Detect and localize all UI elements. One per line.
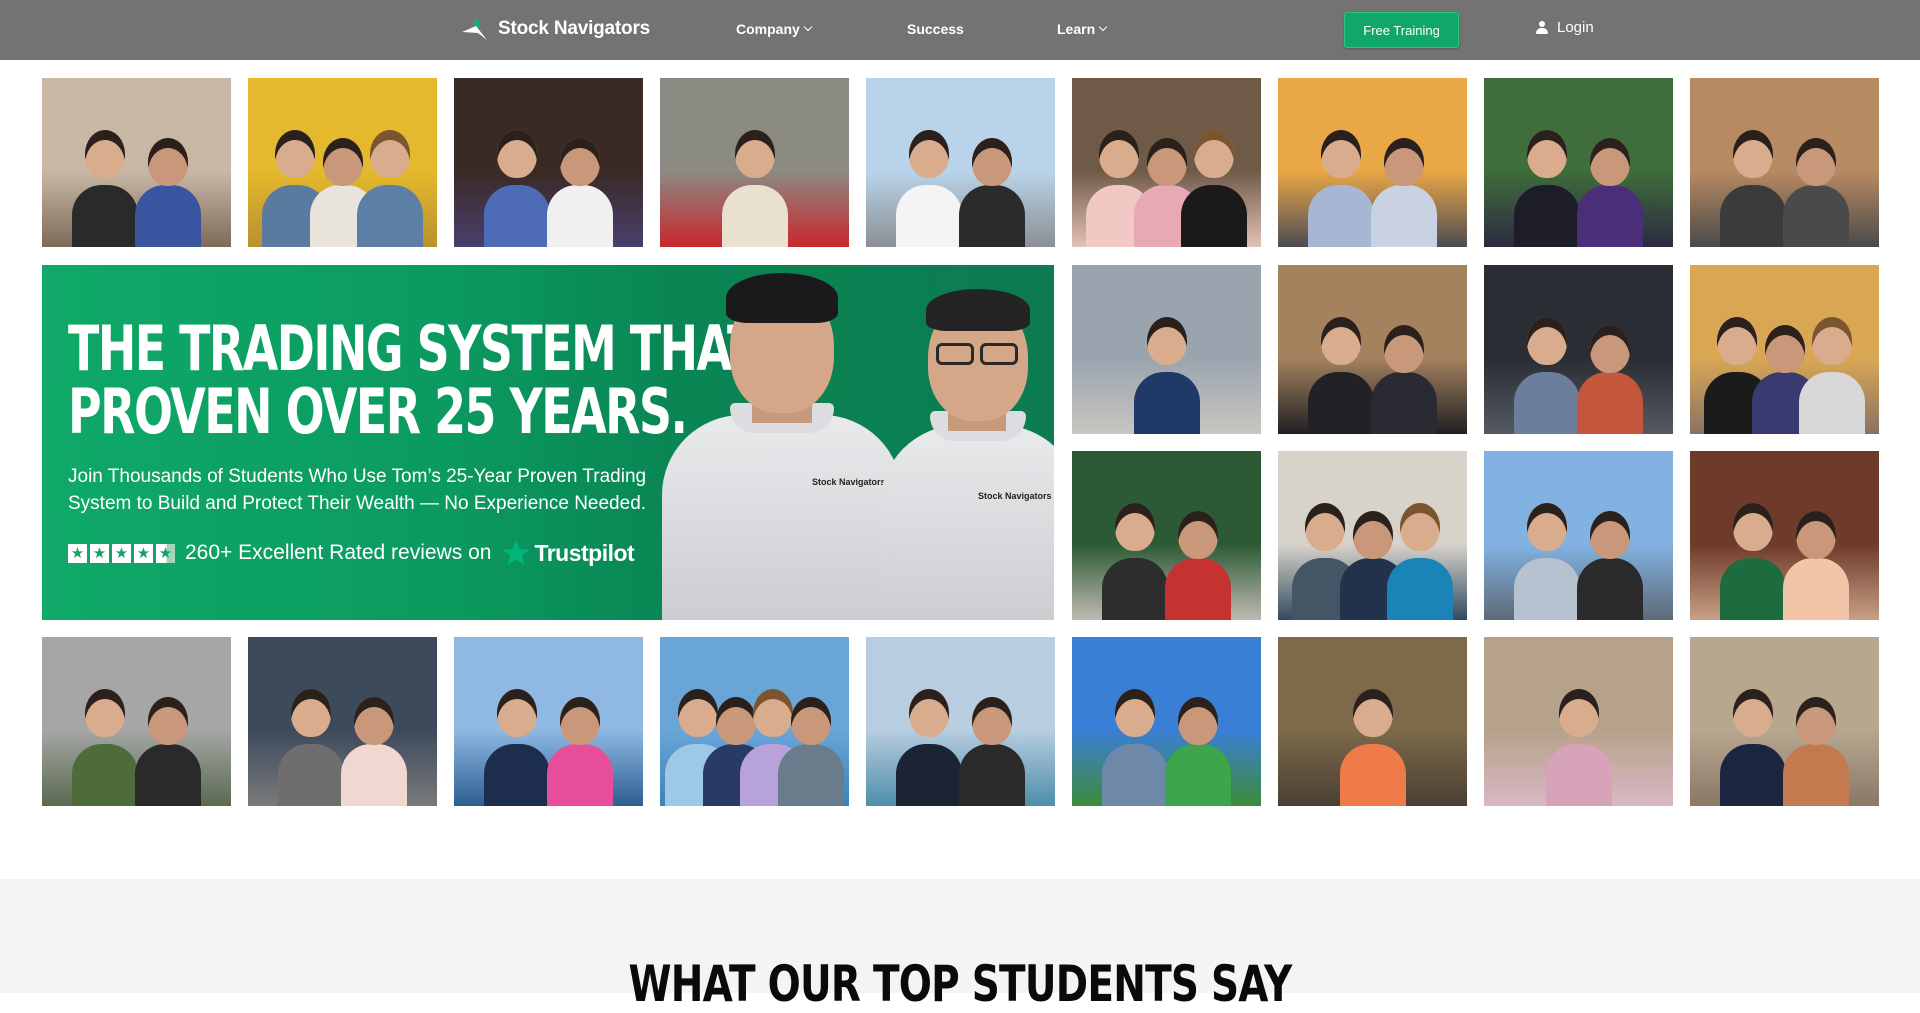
testimonials-title: WHAT OUR TOP STUDENTS SAY xyxy=(628,955,1293,1013)
banner-person-right: Stock Navigators xyxy=(880,265,1054,620)
nav-learn-label: Learn xyxy=(1057,21,1096,37)
photo-couple-cruise xyxy=(866,637,1055,806)
photo-father-son-sunset xyxy=(1278,78,1467,247)
photo-father-baby-desk xyxy=(248,637,437,806)
photo-man-red-car xyxy=(660,78,849,247)
chevron-down-icon xyxy=(1098,22,1108,32)
photo-graduation xyxy=(1484,78,1673,247)
nav-company[interactable]: Company xyxy=(736,21,813,37)
stock-navigators-logo-icon xyxy=(462,17,487,40)
trustpilot-star-icon xyxy=(502,539,531,566)
photo-family-hike xyxy=(1072,451,1261,620)
nav-company-label: Company xyxy=(736,21,800,37)
nav-success[interactable]: Success xyxy=(907,21,964,37)
nav-success-label: Success xyxy=(907,21,964,37)
star-icon: ★ xyxy=(112,543,131,563)
hero-title-line-1: THE TRADING SYSTEM THAT’S xyxy=(68,312,806,385)
hero-title: THE TRADING SYSTEM THAT’S PROVEN OVER 25… xyxy=(68,312,806,448)
brand-logo[interactable]: Stock Navigators xyxy=(460,14,650,44)
photo-father-son-golf xyxy=(1072,637,1261,806)
photo-family-sunflowers xyxy=(248,78,437,247)
star-icon: ★ xyxy=(90,543,109,563)
photo-family-restaurant-wall xyxy=(1278,451,1467,620)
photo-man-alligator xyxy=(1278,637,1467,806)
hero-subtitle: Join Thousands of Students Who Use Tom’s… xyxy=(68,466,647,514)
login-label: Login xyxy=(1557,19,1594,36)
photo-father-daughter xyxy=(1278,265,1467,434)
photo-boy-trading-desk xyxy=(1484,265,1673,434)
photo-man-mountain xyxy=(1072,265,1261,434)
shirt-badge-2: Stock Navigators xyxy=(978,491,1052,501)
chevron-down-icon xyxy=(803,22,813,32)
nav-learn[interactable]: Learn xyxy=(1057,21,1108,37)
testimonials-section: WHAT OUR TOP STUDENTS SAY xyxy=(0,879,1920,1013)
hero-banner: THE TRADING SYSTEM THAT’S PROVEN OVER 25… xyxy=(42,265,1054,620)
free-training-button[interactable]: Free Training xyxy=(1344,12,1459,48)
photo-couple-selfie-city xyxy=(1690,637,1879,806)
star-icon: ★ xyxy=(134,543,153,563)
photo-couple-selfie-sky xyxy=(1484,451,1673,620)
photo-sisters-dinner xyxy=(1690,451,1879,620)
trustpilot-logo: Trustpilot xyxy=(501,538,635,568)
trustpilot-label: Trustpilot xyxy=(534,539,635,566)
brand-name: Stock Navigators xyxy=(498,18,651,39)
photo-couple-restaurant xyxy=(1690,78,1879,247)
user-icon xyxy=(1536,21,1548,34)
photo-family-pool xyxy=(660,637,849,806)
hero-title-line-2: PROVEN OVER 25 YEARS. xyxy=(68,375,688,448)
photo-couple-1 xyxy=(42,78,231,247)
photo-couple-ocean xyxy=(454,637,643,806)
photo-family-gold xyxy=(1690,265,1879,434)
photo-couple-lake xyxy=(42,637,231,806)
rating-stars: ★ ★ ★ ★ ★ xyxy=(68,543,175,563)
star-icon: ★ xyxy=(68,543,87,563)
photo-couple-marina xyxy=(866,78,1055,247)
shirt-badge: Stock Navigators xyxy=(812,477,886,487)
photo-family-porch xyxy=(1072,78,1261,247)
rating-text: 260+ Excellent Rated reviews on xyxy=(185,541,492,564)
login-link[interactable]: Login xyxy=(1536,19,1594,36)
photo-woman-market xyxy=(1484,637,1673,806)
site-header: Stock Navigators Company Success Learn F… xyxy=(0,0,1920,60)
banner-person-left: Stock Navigators xyxy=(652,265,912,620)
trustpilot-rating[interactable]: ★ ★ ★ ★ ★ 260+ Excellent Rated reviews o… xyxy=(68,538,635,568)
half-star-icon: ★ xyxy=(156,543,175,563)
photo-family-night xyxy=(454,78,643,247)
